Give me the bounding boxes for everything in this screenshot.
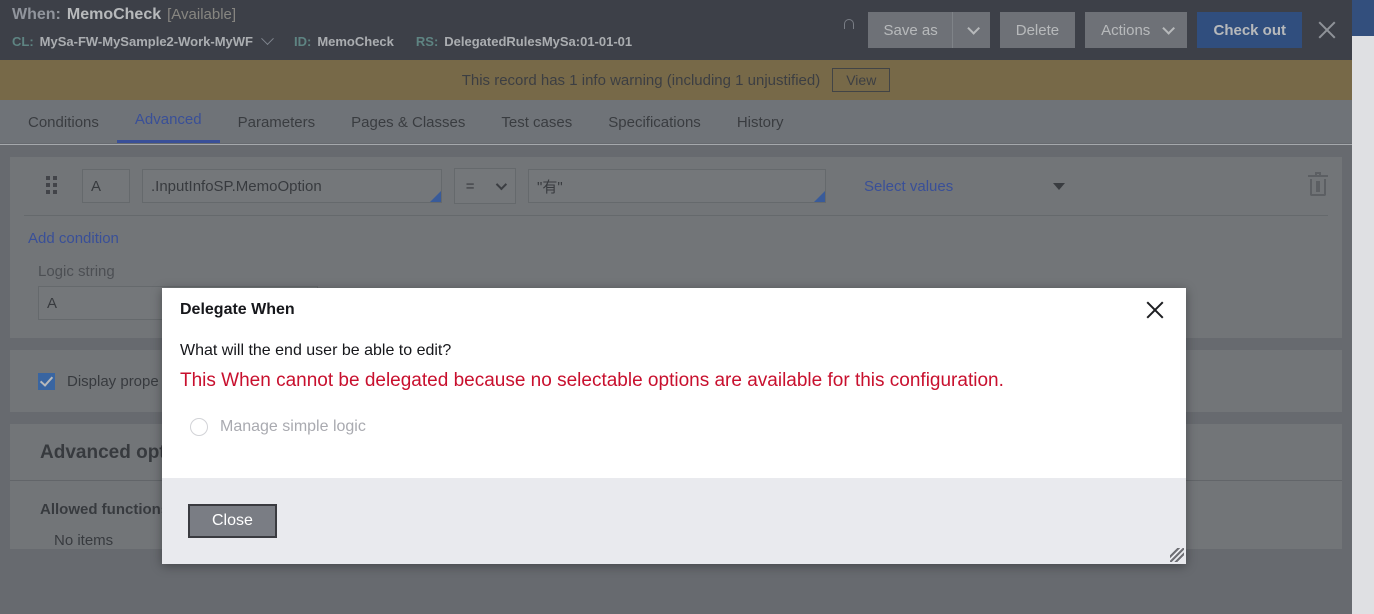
manage-simple-logic-option: Manage simple logic bbox=[180, 418, 1168, 436]
manage-simple-logic-radio bbox=[190, 418, 208, 436]
dialog-question: What will the end user be able to edit? bbox=[180, 342, 452, 359]
right-edge-blue-strip bbox=[1352, 0, 1374, 36]
close-button[interactable]: Close bbox=[188, 504, 277, 538]
resize-grip-icon[interactable] bbox=[1170, 548, 1184, 562]
dialog-footer: Close bbox=[162, 478, 1186, 564]
dialog-title: Delegate When bbox=[180, 301, 295, 318]
dialog-header: Delegate When bbox=[162, 288, 1186, 332]
manage-simple-logic-label: Manage simple logic bbox=[220, 418, 366, 435]
dialog-body: What will the end user be able to edit? … bbox=[162, 332, 1186, 476]
right-edge-gutter bbox=[1352, 36, 1374, 614]
screen: When: MemoCheck [Available] CL: MySa-FW-… bbox=[0, 0, 1374, 614]
delegate-when-dialog: Delegate When What will the end user be … bbox=[162, 288, 1186, 564]
close-icon[interactable] bbox=[1142, 297, 1168, 323]
dialog-error-message: This When cannot be delegated because no… bbox=[180, 370, 1004, 391]
